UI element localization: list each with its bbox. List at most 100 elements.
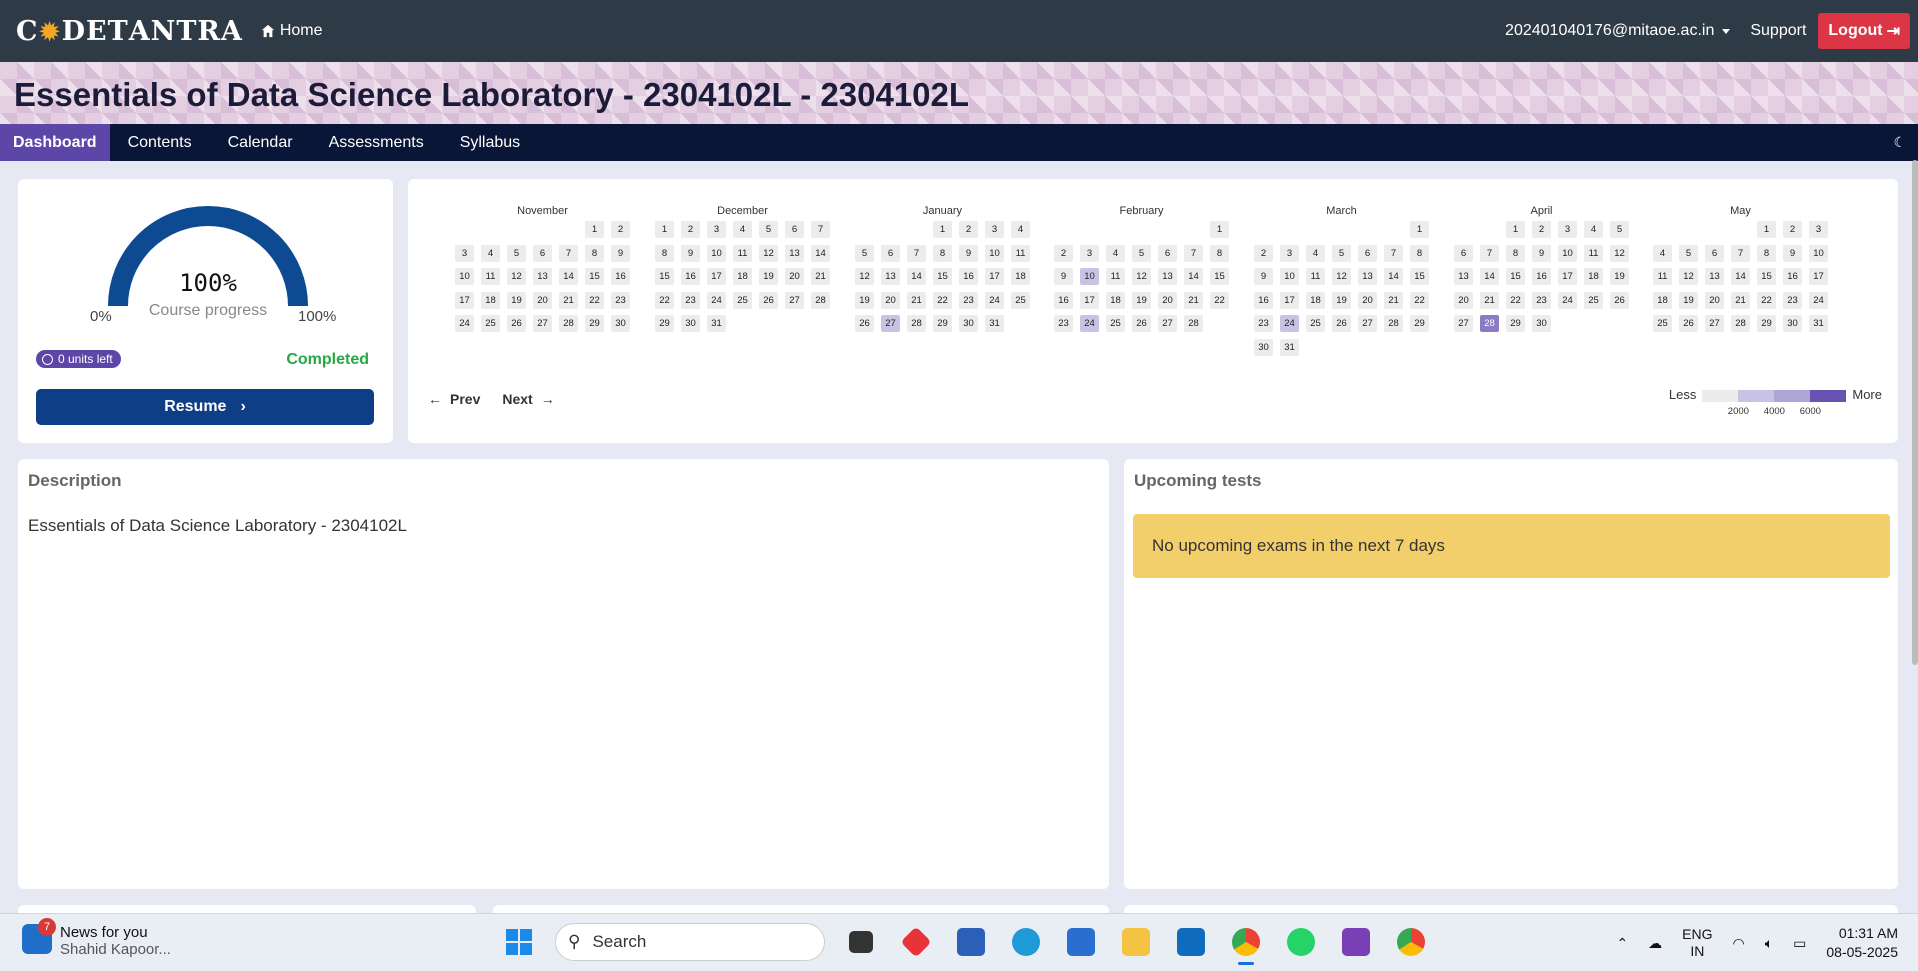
calendar-day[interactable]: 29: [933, 315, 952, 332]
calendar-day[interactable]: 12: [507, 268, 526, 285]
calendar-day[interactable]: 25: [1106, 315, 1125, 332]
calendar-day[interactable]: 2: [1783, 221, 1802, 238]
calendar-day[interactable]: 20: [1454, 291, 1473, 309]
calendar-day[interactable]: 24: [455, 315, 474, 332]
calendar-day[interactable]: 22: [1210, 291, 1229, 309]
calendar-day[interactable]: 6: [785, 221, 804, 238]
calendar-day[interactable]: 21: [1731, 291, 1750, 309]
calendar-day[interactable]: 26: [855, 315, 874, 332]
calendar-day[interactable]: 10: [1558, 244, 1577, 262]
calendar-day[interactable]: 14: [1184, 268, 1203, 285]
calendar-day[interactable]: 19: [1679, 291, 1698, 309]
calendar-day[interactable]: 2: [1532, 221, 1551, 238]
calendar-day[interactable]: 24: [1080, 315, 1099, 332]
language-indicator[interactable]: ENG IN: [1682, 926, 1712, 960]
calendar-day[interactable]: 2: [1054, 244, 1073, 262]
calendar-day[interactable]: 6: [881, 244, 900, 262]
calendar-day[interactable]: 4: [1584, 221, 1603, 238]
support-link[interactable]: Support: [1750, 22, 1806, 40]
calendar-day[interactable]: 23: [1783, 291, 1802, 309]
calendar-day[interactable]: 29: [1506, 315, 1525, 332]
calendar-day[interactable]: 9: [1532, 244, 1551, 262]
wifi-icon[interactable]: ◠: [1733, 935, 1745, 952]
calendar-day[interactable]: 1: [1410, 221, 1429, 238]
calendar-day[interactable]: 8: [1210, 244, 1229, 262]
calendar-day[interactable]: 8: [1506, 244, 1525, 262]
calendar-day[interactable]: 21: [1184, 291, 1203, 309]
calendar-day[interactable]: 27: [1705, 315, 1724, 332]
calendar-day[interactable]: 3: [1558, 221, 1577, 238]
calendar-day[interactable]: 17: [1809, 268, 1828, 285]
calendar-day[interactable]: 18: [481, 291, 500, 309]
calendar-day[interactable]: 13: [881, 268, 900, 285]
calendar-day[interactable]: 13: [1158, 268, 1177, 285]
calendar-day[interactable]: 15: [1506, 268, 1525, 285]
calendar-day[interactable]: 22: [1506, 291, 1525, 309]
calendar-day[interactable]: 28: [811, 291, 830, 309]
tab-dashboard[interactable]: Dashboard: [0, 124, 110, 161]
calendar-day[interactable]: 27: [785, 291, 804, 309]
calendar-day[interactable]: 16: [1783, 268, 1802, 285]
calendar-day[interactable]: 3: [1080, 244, 1099, 262]
calendar-day[interactable]: 28: [1480, 315, 1499, 332]
calendar-day[interactable]: 17: [707, 268, 726, 285]
prev-button[interactable]: ← Prev: [428, 391, 480, 407]
calendar-day[interactable]: 4: [1106, 244, 1125, 262]
calendar-day[interactable]: 10: [455, 268, 474, 285]
calendar-day[interactable]: 27: [1158, 315, 1177, 332]
calendar-day[interactable]: 7: [907, 244, 926, 262]
calendar-day[interactable]: 20: [1705, 291, 1724, 309]
calendar-day[interactable]: 29: [1757, 315, 1776, 332]
calendar-day[interactable]: 17: [1080, 291, 1099, 309]
calendar-day[interactable]: 26: [1679, 315, 1698, 332]
chevron-up-icon[interactable]: ⌃: [1616, 935, 1628, 952]
logout-button[interactable]: Logout ⇥: [1818, 13, 1910, 49]
calendar-day[interactable]: 5: [1679, 244, 1698, 262]
calendar-day[interactable]: 5: [1332, 244, 1351, 262]
calendar-day[interactable]: 3: [707, 221, 726, 238]
codetantra-logo[interactable]: C ✹ DET ANTRA: [16, 16, 243, 47]
calendar-day[interactable]: 31: [985, 315, 1004, 332]
calendar-day[interactable]: 1: [1210, 221, 1229, 238]
calendar-day[interactable]: 22: [1410, 291, 1429, 309]
calendar-day[interactable]: 23: [1254, 315, 1273, 332]
cloud-icon[interactable]: ☁: [1648, 935, 1662, 952]
tab-calendar[interactable]: Calendar: [210, 124, 311, 161]
calendar-day[interactable]: 10: [985, 244, 1004, 262]
calendar-day[interactable]: 13: [785, 244, 804, 262]
calendar-day[interactable]: 9: [1054, 268, 1073, 285]
calendar-day[interactable]: 22: [933, 291, 952, 309]
calendar-day[interactable]: 25: [733, 291, 752, 309]
calendar-day[interactable]: 27: [533, 315, 552, 332]
calendar-day[interactable]: 2: [681, 221, 700, 238]
calendar-day[interactable]: 23: [611, 291, 630, 309]
calendar-day[interactable]: 11: [733, 244, 752, 262]
calendar-day[interactable]: 9: [1783, 244, 1802, 262]
calendar-day[interactable]: 1: [585, 221, 604, 238]
calendar-day[interactable]: 18: [1653, 291, 1672, 309]
task-view-icon[interactable]: [842, 923, 880, 961]
page-scrollbar[interactable]: [1912, 160, 1918, 665]
calendar-day[interactable]: 7: [1184, 244, 1203, 262]
calendar-day[interactable]: 7: [811, 221, 830, 238]
calendar-day[interactable]: 29: [1410, 315, 1429, 332]
calendar-day[interactable]: 1: [1757, 221, 1776, 238]
calendar-day[interactable]: 15: [1210, 268, 1229, 285]
calendar-day[interactable]: 7: [1384, 244, 1403, 262]
calendar-day[interactable]: 20: [1158, 291, 1177, 309]
calendar-day[interactable]: 19: [507, 291, 526, 309]
calendar-day[interactable]: 13: [1705, 268, 1724, 285]
calendar-day[interactable]: 21: [1384, 291, 1403, 309]
windows-start-icon[interactable]: [500, 923, 538, 961]
calendar-day[interactable]: 6: [1705, 244, 1724, 262]
calendar-day[interactable]: 15: [585, 268, 604, 285]
edge-icon[interactable]: [1007, 923, 1045, 961]
calendar-day[interactable]: 20: [1358, 291, 1377, 309]
calendar-day[interactable]: 23: [1054, 315, 1073, 332]
calendar-day[interactable]: 18: [1011, 268, 1030, 285]
calendar-day[interactable]: 12: [759, 244, 778, 262]
calendar-day[interactable]: 31: [707, 315, 726, 332]
calendar-day[interactable]: 2: [1254, 244, 1273, 262]
calendar-day[interactable]: 2: [959, 221, 978, 238]
calendar-day[interactable]: 8: [933, 244, 952, 262]
